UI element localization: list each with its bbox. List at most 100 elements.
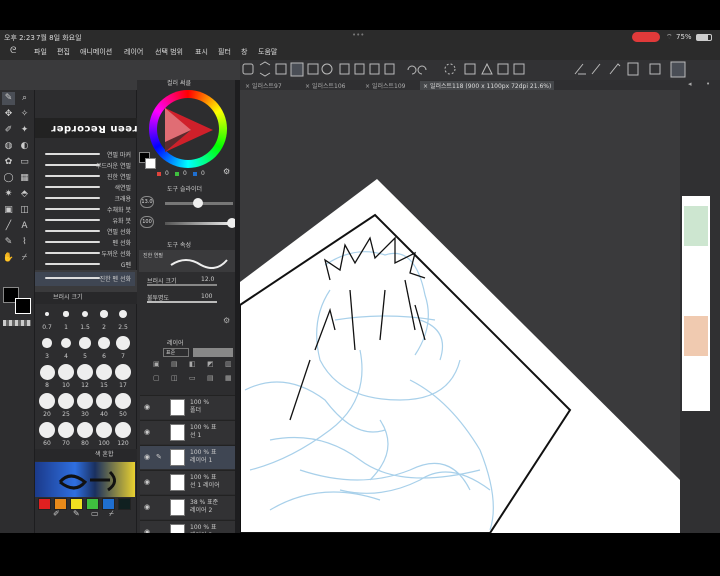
brush-item[interactable]: 진한 연필 xyxy=(35,170,135,181)
folder-icon[interactable]: ▭ xyxy=(189,374,196,382)
brush-size-dot[interactable] xyxy=(39,422,55,438)
brush-item[interactable]: 색연필 xyxy=(35,181,135,192)
layer-row[interactable]: ◉ 100 % 폴더 xyxy=(140,395,238,419)
tab-document-2[interactable]: × 일러스트106 xyxy=(302,81,348,90)
layer-row[interactable]: ◉ ✎ 100 % 표 레이어 1 xyxy=(140,445,238,469)
mix-brush-icon[interactable]: ✐ xyxy=(53,509,60,518)
brush-size-dot[interactable] xyxy=(39,364,55,380)
menu-help[interactable]: 도움말 xyxy=(258,47,277,57)
brush-item[interactable]: G펜 xyxy=(35,258,135,272)
blend-tool-icon[interactable]: ◐ xyxy=(18,140,31,153)
brush-size-dot[interactable] xyxy=(97,336,111,350)
brush-size-dot[interactable] xyxy=(58,364,74,380)
new-layer-icon[interactable]: ▢ xyxy=(153,374,160,382)
merge-icon[interactable]: ▤ xyxy=(207,374,214,382)
brush-item[interactable]: 펜 선화 xyxy=(35,236,135,247)
brush-size-slider[interactable] xyxy=(147,284,217,286)
text-tool-icon[interactable]: A xyxy=(18,220,31,233)
reference-image[interactable] xyxy=(682,196,710,411)
menu-edit[interactable]: 편집 xyxy=(57,47,70,57)
color-swatch[interactable] xyxy=(118,498,131,510)
zoom-tool-icon[interactable]: ⌕ xyxy=(18,92,31,105)
brush-item[interactable]: 연필 마커 xyxy=(35,148,135,159)
brush-size-dot[interactable] xyxy=(63,311,69,317)
brush-size-dot[interactable] xyxy=(115,422,131,438)
layer-row[interactable]: ◉ 38 % 표준 레이어 2 xyxy=(140,495,238,519)
sub-color-swatch[interactable] xyxy=(15,298,31,314)
size-slider-track[interactable] xyxy=(165,198,233,208)
brush-size-dot[interactable] xyxy=(60,337,72,349)
decoration-tool-icon[interactable]: ✿ xyxy=(2,156,15,169)
color-swatch[interactable] xyxy=(86,498,99,510)
color-swatch[interactable] xyxy=(54,498,67,510)
correction-tool-icon[interactable]: ⌇ xyxy=(18,236,31,249)
edit-lock-icon[interactable]: ✎ xyxy=(156,453,162,461)
color-swatch[interactable] xyxy=(70,498,83,510)
menu-filter[interactable]: 필터 xyxy=(218,47,231,57)
color-settings-icon[interactable]: ⚙ xyxy=(223,167,230,176)
saturation-triangle[interactable] xyxy=(161,102,217,158)
menu-animation[interactable]: 애니메이션 xyxy=(80,47,112,57)
menu-view[interactable]: 표시 xyxy=(195,47,208,57)
eye-icon[interactable]: ◉ xyxy=(144,503,150,511)
line-tool-icon[interactable]: ╱ xyxy=(2,220,15,233)
brush-size-dot[interactable] xyxy=(77,393,93,409)
bg-color-chip[interactable] xyxy=(145,158,156,169)
brush-item[interactable]: 유화 붓 xyxy=(35,214,135,225)
figure-tool-icon[interactable]: ▣ xyxy=(2,204,15,217)
brush-size-dot[interactable] xyxy=(100,310,108,318)
brush-item[interactable]: 수채화 붓 xyxy=(35,203,135,214)
transparent-color-swatch[interactable] xyxy=(3,320,31,326)
gradient-tool-icon[interactable]: ▦ xyxy=(18,172,31,185)
color-mixing-area[interactable] xyxy=(35,462,135,497)
brush-item[interactable]: 두꺼운 선화 xyxy=(35,247,135,258)
eye-icon[interactable]: ◉ xyxy=(144,478,150,486)
ref-icon[interactable]: ◧ xyxy=(189,360,196,368)
brush-size-dot[interactable] xyxy=(118,309,128,319)
brush-size-dot[interactable] xyxy=(79,337,91,349)
tab-document-1[interactable]: × 일러스트97 xyxy=(242,81,285,90)
canvas-drawing[interactable] xyxy=(240,90,680,533)
mask-icon[interactable]: ◩ xyxy=(207,360,214,368)
app-logo-icon[interactable]: ᘓ xyxy=(10,46,16,56)
eraser-tool-icon[interactable]: ▭ xyxy=(18,156,31,169)
brush-size-dot[interactable] xyxy=(58,393,74,409)
brush-size-dot[interactable] xyxy=(77,422,93,438)
move-tool-icon[interactable]: ✥ xyxy=(2,108,15,121)
opacity-slider-track[interactable] xyxy=(165,218,237,228)
brush-size-dot[interactable] xyxy=(96,393,112,409)
canvas-area[interactable] xyxy=(240,90,680,533)
brush-size-dot[interactable] xyxy=(45,312,49,316)
fill-tool-icon[interactable]: ◍ xyxy=(2,140,15,153)
brush-size-grid[interactable]: 0.7 1 1.5 2 2.5 3 4 5 6 7 8 10 12 15 17 20 25 30 40 50 60 70 8… xyxy=(35,304,137,449)
airbrush-tool-icon[interactable]: ✦ xyxy=(18,124,31,137)
operation-tool-icon[interactable]: ✧ xyxy=(18,108,31,121)
layer-opacity-bar[interactable] xyxy=(193,348,233,357)
tab-document-active[interactable]: × 일러스트118 (900 x 1100px 72dpi 21.6%) xyxy=(420,81,555,90)
eye-icon[interactable]: ◉ xyxy=(144,428,150,436)
pen-tool-icon[interactable]: ✎ xyxy=(2,92,15,105)
delete-layer-icon[interactable]: ▦ xyxy=(225,374,232,382)
draft-icon[interactable]: ▥ xyxy=(225,360,232,368)
bucket-tool-icon[interactable]: ⬘ xyxy=(18,188,31,201)
balloon-tool-icon[interactable]: ✎ xyxy=(2,236,15,249)
blend-mode-select[interactable]: 표준 xyxy=(163,348,189,357)
tab-scroll-icon[interactable]: ◂ xyxy=(688,80,692,88)
brush-size-dot[interactable] xyxy=(39,393,55,409)
layer-row[interactable]: ◉ 100 % 표선 1 xyxy=(140,420,238,444)
brush-size-dot[interactable] xyxy=(96,364,112,380)
brush-item[interactable]: 부드러운 연필 xyxy=(35,159,135,170)
mix-picker-icon[interactable]: ⌿ xyxy=(109,509,114,519)
brush-tool-icon[interactable]: ✐ xyxy=(2,124,15,137)
size-slider-thumb[interactable] xyxy=(193,198,203,208)
layer-row[interactable]: ◉ 100 % 표레이어 3 xyxy=(140,520,238,533)
frame-tool-icon[interactable]: ◫ xyxy=(18,204,31,217)
menu-layer[interactable]: 레이어 xyxy=(124,47,143,57)
brush-size-dot[interactable] xyxy=(42,338,52,348)
brush-size-dot[interactable] xyxy=(96,422,112,438)
lasso-tool-icon[interactable]: ◯ xyxy=(2,172,15,185)
multitask-dots[interactable]: ••• xyxy=(352,31,364,39)
brush-item[interactable]: 연필 선화 xyxy=(35,225,135,236)
menu-selection[interactable]: 선택 범위 xyxy=(155,47,183,57)
eye-icon[interactable]: ◉ xyxy=(144,453,150,461)
